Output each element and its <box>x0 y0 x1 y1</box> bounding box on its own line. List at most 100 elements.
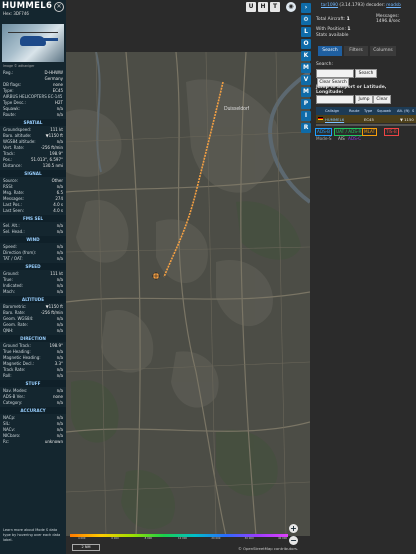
map-attribution[interactable]: © OpenStreetMap contributors. <box>238 546 298 551</box>
section-spatial[interactable]: SPATIAL <box>0 119 66 126</box>
legend-ais[interactable]: AIS <box>337 136 346 142</box>
search-input[interactable] <box>316 69 354 78</box>
fields-value: Germany <box>44 76 63 81</box>
legend-tis-b[interactable]: TIS-B <box>384 128 399 136</box>
photo-credit[interactable]: Image © adhaniger <box>3 64 34 68</box>
accuracy-value: n/a <box>56 433 63 438</box>
stats-available-link[interactable]: Stats available <box>316 33 348 38</box>
table-row[interactable]: HUMMEL6 EC45 ▼ 1150 <box>316 115 416 123</box>
direction-value: 198.9° <box>49 343 63 348</box>
speed-label: Indicated: <box>3 283 23 288</box>
map-view[interactable]: Duisseldorf <box>66 52 310 536</box>
legend-uat-ads-r[interactable]: UAT / ADS-R <box>334 128 364 136</box>
settings-gear-icon[interactable]: ⚙ <box>301 15 311 25</box>
section-altitude[interactable]: ALTITUDE <box>0 296 66 303</box>
tar1090-link[interactable]: tar1090 <box>321 3 338 8</box>
section-fms[interactable]: FMS SEL <box>0 215 66 222</box>
wind-value: n/a <box>56 256 63 261</box>
map-button-t[interactable]: T <box>270 2 280 12</box>
section-speed[interactable]: SPEED <box>0 263 66 270</box>
toolbar-button-6[interactable]: V <box>301 75 311 85</box>
legend-ads-c[interactable]: ADS-C <box>347 136 362 142</box>
direction-label: Magnetic Heading: <box>3 355 41 360</box>
table-scrollbar[interactable] <box>316 124 416 126</box>
section-accuracy[interactable]: ACCURACY <box>0 407 66 414</box>
tab-columns[interactable]: Columns <box>370 46 396 56</box>
toolbar-button-2[interactable]: L <box>301 27 311 37</box>
section-wind[interactable]: WIND <box>0 236 66 243</box>
search-button[interactable]: Search <box>355 69 377 78</box>
spatial-value: n/a <box>56 139 63 144</box>
map-scale-bar: 2 NM <box>72 544 100 551</box>
close-icon[interactable]: ✕ <box>54 2 64 12</box>
zoom-in-button[interactable]: + <box>289 524 298 533</box>
altitude-value: ▼1150 ft <box>45 304 63 309</box>
altitude-value: -256 ft/min <box>40 310 63 315</box>
legend-mlat[interactable]: MLAT <box>362 128 378 136</box>
direction-row: Roll: n/a <box>2 373 64 379</box>
fields-label: AIRBUS HELICOPTERS EC-145 <box>3 94 63 99</box>
direction-label: Roll: <box>3 373 12 378</box>
wind-value: n/a <box>56 250 63 255</box>
toolbar-button-4[interactable]: K <box>301 51 311 61</box>
stuff-row: Category: n/a <box>2 400 64 406</box>
section-stuff[interactable]: STUFF <box>0 380 66 387</box>
aircraft-list-panel: tar1090 (3.14.1793) decoder: readsb Tota… <box>312 0 416 554</box>
fms-label: Sel. Alt.: <box>3 223 20 228</box>
decoder-link[interactable]: readsb <box>386 3 401 8</box>
signal-label: Messages: <box>3 196 24 201</box>
fields-label: Type: <box>3 88 14 93</box>
row-callsign[interactable]: HUMMEL6 <box>325 117 344 122</box>
col-altitude[interactable]: Alt. (ft) <box>397 109 410 113</box>
accuracy-label: NACp: <box>3 415 16 420</box>
map-canvas[interactable]: Duisseldorf <box>66 52 310 536</box>
map-button-h[interactable]: H <box>258 2 268 12</box>
wind-row: TAT / OAT: n/a <box>2 256 64 262</box>
signal-value: n/a <box>56 184 63 189</box>
fields-value: n/a <box>56 112 63 117</box>
legend-ads-b[interactable]: ADS-B <box>315 128 332 136</box>
toolbar-button-7[interactable]: M <box>301 87 311 97</box>
side-toolbar: › ⚙ L O K M V M P I R <box>300 0 312 554</box>
zoom-out-button[interactable]: − <box>289 536 298 545</box>
section-direction[interactable]: DIRECTION <box>0 335 66 342</box>
legend-mode-s[interactable]: Mode-S <box>315 136 333 142</box>
map-button-u[interactable]: U <box>246 2 256 12</box>
panel-tabs: Search Filters Columns <box>316 46 414 56</box>
speed-label: Mach: <box>3 289 15 294</box>
accuracy-label: NACv: <box>3 427 15 432</box>
accuracy-label: Rc: <box>3 439 10 444</box>
speed-value: n/a <box>56 277 63 282</box>
direction-label: Magnetic Decl.: <box>3 361 35 366</box>
layers-icon[interactable]: ◉ <box>286 2 296 12</box>
toolbar-button-8[interactable]: P <box>301 99 311 109</box>
clear-button[interactable]: Clear <box>373 95 391 104</box>
col-squawk[interactable]: Squawk <box>377 109 391 113</box>
tab-search[interactable]: Search <box>318 46 342 56</box>
col-callsign[interactable]: Callsign <box>325 109 339 113</box>
toolbar-button-10[interactable]: R <box>301 123 311 133</box>
fields-label: Route: <box>3 112 16 117</box>
aircraft-photo[interactable] <box>2 24 64 62</box>
spatial-label: Pos.: <box>3 157 13 162</box>
signal-value: 4.0 s <box>53 202 63 207</box>
signal-label: RSSI: <box>3 184 14 189</box>
tab-filters[interactable]: Filters <box>344 46 368 56</box>
toolbar-button-9[interactable]: I <box>301 111 311 121</box>
section-signal[interactable]: SIGNAL <box>0 170 66 177</box>
toolbar-button-5[interactable]: M <box>301 63 311 73</box>
spatial-value: 111 kt <box>50 127 63 132</box>
altitude-label: Baro. Rate: <box>3 310 26 315</box>
col-speed[interactable]: S <box>412 109 414 113</box>
accuracy-label: SIL: <box>3 421 11 426</box>
col-type[interactable]: Type <box>364 109 372 113</box>
col-route[interactable]: Route <box>349 109 359 113</box>
spatial-value: -256 ft/min <box>40 145 63 150</box>
spatial-value: 130.5 nmi <box>42 163 63 168</box>
jump-button[interactable]: Jump <box>355 95 373 104</box>
toolbar-button-3[interactable]: O <box>301 39 311 49</box>
jump-input[interactable] <box>316 95 354 104</box>
expand-panel-button[interactable]: › <box>301 3 311 13</box>
signal-label: Source: <box>3 178 19 183</box>
altitude-value: n/a <box>56 316 63 321</box>
